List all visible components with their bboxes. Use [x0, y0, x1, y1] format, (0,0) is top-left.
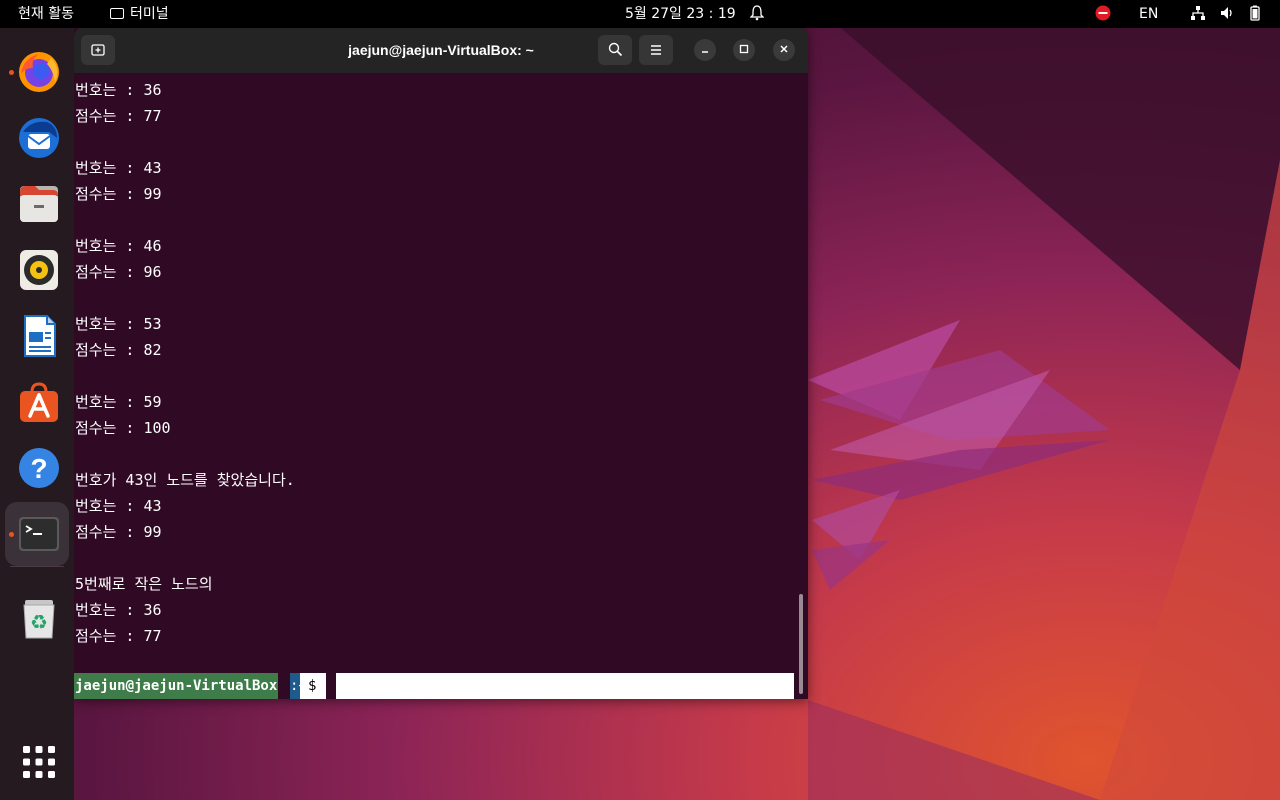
output-line: 번호는 : 43: [75, 159, 162, 177]
bell-icon: [749, 0, 765, 28]
maximize-icon: [739, 44, 749, 54]
dock-trash[interactable]: ♻: [5, 586, 69, 650]
files-icon: [20, 186, 58, 222]
dock-thunderbird[interactable]: [5, 106, 69, 170]
title-bar[interactable]: jaejun@jaejun-VirtualBox: ~: [74, 27, 808, 73]
command-prompt[interactable]: jaejun@jaejun-VirtualBox :~ $: [74, 673, 808, 699]
software-icon: [20, 382, 58, 422]
prompt-user-host: jaejun@jaejun-VirtualBox: [74, 673, 279, 699]
terminal-window[interactable]: jaejun@jaejun-VirtualBox: ~ 번호는 : 36 점수는…: [74, 27, 808, 699]
trash-icon: ♻: [23, 600, 55, 639]
network-icon[interactable]: [1190, 0, 1206, 28]
output-line: 5번째로 작은 노드의: [75, 575, 213, 593]
output-line: 번호는 : 36: [75, 81, 162, 99]
do-not-disturb-icon[interactable]: [1095, 0, 1111, 28]
clock[interactable]: 5월 27일 23 : 19: [625, 0, 736, 28]
output-line: 번호는 : 43: [75, 497, 162, 515]
running-indicator: [9, 532, 14, 537]
terminal-output[interactable]: 번호는 : 36 점수는 : 77 번호는 : 43 점수는 : 99 번호는 …: [74, 73, 808, 699]
battery-icon[interactable]: [1247, 0, 1263, 28]
output-line: 점수는 : 99: [75, 185, 162, 203]
prompt-path: :~: [290, 673, 307, 699]
help-icon: ?: [19, 448, 59, 488]
activities-button[interactable]: 현재 활동: [18, 0, 74, 28]
hamburger-icon: [651, 45, 661, 55]
output-line: 번호는 : 59: [75, 393, 162, 411]
volume-icon[interactable]: [1219, 0, 1235, 28]
show-applications-button[interactable]: [5, 730, 69, 794]
output-line: 번호는 : 53: [75, 315, 162, 333]
input-language[interactable]: EN: [1139, 0, 1158, 28]
rhythmbox-icon: [20, 250, 58, 290]
output-line: 번호는 : 36: [75, 601, 162, 619]
writer-icon: [24, 315, 56, 357]
app-grid-icon: [23, 746, 55, 778]
output-line: 점수는 : 77: [75, 627, 162, 645]
output-line: 점수는 : 77: [75, 107, 162, 125]
minimize-icon: [702, 51, 708, 53]
running-indicator: [9, 70, 14, 75]
svg-text:♻: ♻: [30, 610, 48, 634]
search-icon: [608, 42, 622, 57]
svg-text:?: ?: [30, 453, 47, 484]
menu-button[interactable]: [639, 35, 673, 65]
dock: ? ♻: [0, 28, 74, 800]
firefox-icon: [19, 52, 59, 92]
dock-help[interactable]: ?: [5, 436, 69, 500]
dock-rhythmbox[interactable]: [5, 238, 69, 302]
dock-files[interactable]: [5, 172, 69, 236]
dock-ubuntu-software[interactable]: [5, 370, 69, 434]
dock-terminal[interactable]: [5, 502, 69, 566]
dock-separator: [10, 566, 64, 567]
output-line: 점수는 : 82: [75, 341, 162, 359]
thunderbird-icon: [19, 118, 59, 158]
search-button[interactable]: [598, 35, 632, 65]
app-menu[interactable]: 터미널: [110, 0, 169, 28]
terminal-icon: [19, 517, 59, 551]
command-input[interactable]: [336, 673, 794, 699]
prompt-symbol: $: [300, 673, 326, 699]
output-line: 번호는 : 46: [75, 237, 162, 255]
close-icon: [780, 45, 788, 53]
minimize-button[interactable]: [694, 39, 716, 61]
output-line: 점수는 : 99: [75, 523, 162, 541]
top-bar: 현재 활동 터미널 5월 27일 23 : 19 EN: [0, 0, 1280, 28]
output-line: 점수는 : 100: [75, 419, 171, 437]
close-button[interactable]: [773, 39, 795, 61]
output-line: 점수는 : 96: [75, 263, 162, 281]
terminal-small-icon: [110, 8, 124, 19]
app-name: 터미널: [130, 6, 169, 22]
maximize-button[interactable]: [733, 39, 755, 61]
output-line: 번호가 43인 노드를 찾았습니다.: [75, 471, 295, 489]
dock-firefox[interactable]: [5, 40, 69, 104]
dock-libreoffice-writer[interactable]: [5, 304, 69, 368]
